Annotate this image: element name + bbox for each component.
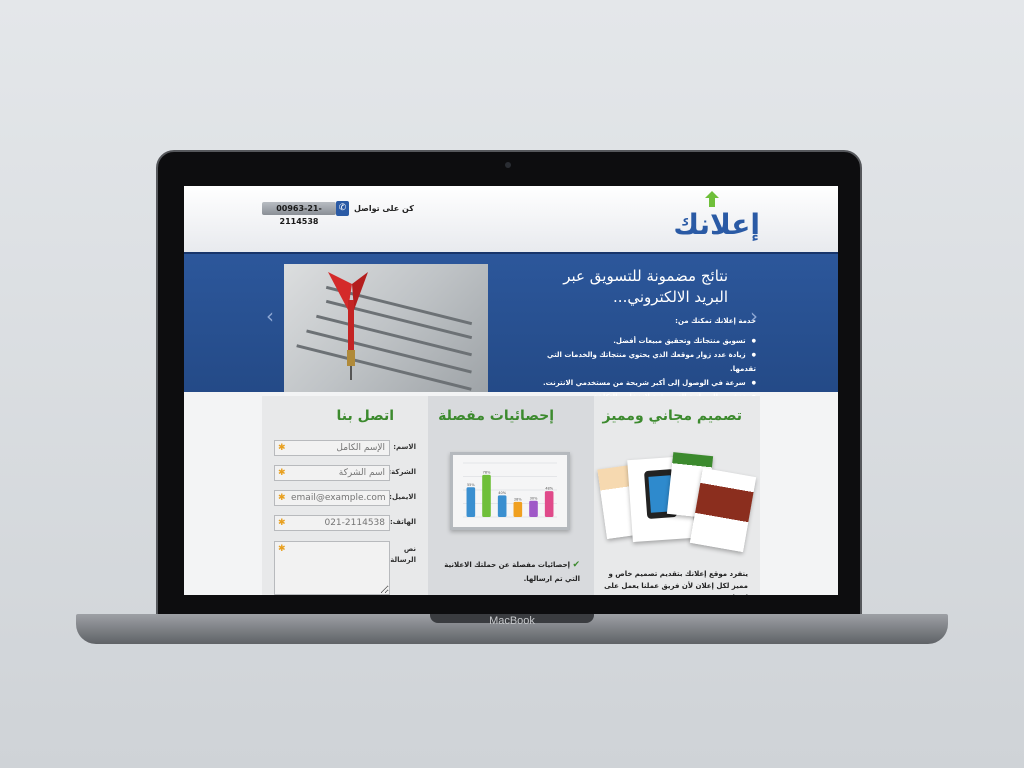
hero-bullet: تسويق منتجاتك وتحقيق مبيعات أفضل.: [536, 334, 756, 348]
stats-feature: إحصائيات مفصلة 55% 78% 40% 28% 30% 48% ✔ إحصا…: [428, 396, 594, 595]
logo-text: إعلانك: [673, 208, 760, 241]
brochures-image: [597, 448, 757, 558]
required-icon: ✱: [278, 443, 286, 453]
required-icon: ✱: [278, 544, 286, 554]
message-row: نص الرسالة: ✱: [262, 541, 428, 595]
message-textarea[interactable]: [274, 541, 390, 595]
chart-data-label: 28%: [514, 497, 522, 501]
site-header: إعلانك كن على تواصل ✆ 00963-21-2114538: [184, 186, 838, 252]
hero-title: نتائج مضمونة للتسويق عبر البريد الالكترو…: [563, 267, 728, 306]
email-label: الايميل:: [389, 493, 416, 501]
hero-bullet: سرعة في الوصول إلى أكبر شريحة من مستخدمي…: [536, 376, 756, 390]
screen: إعلانك كن على تواصل ✆ 00963-21-2114538 ‹…: [184, 186, 838, 595]
stats-text: إحصائيات مفصلة عن حملتك الاعلانية التي ت…: [444, 561, 580, 583]
slider-prev-arrow-icon[interactable]: ‹: [266, 304, 274, 328]
dart-icon: [328, 272, 368, 380]
chart-bar: [529, 500, 538, 517]
stats-title: إحصائيات مفصلة: [438, 408, 554, 424]
chart-bar: [497, 495, 507, 517]
hero-image: [284, 264, 488, 392]
chart-bar: [466, 487, 476, 517]
email-field[interactable]: [274, 490, 390, 506]
check-icon: ✔: [572, 560, 580, 570]
phone-row: الهاتف: ✱: [262, 515, 428, 533]
name-input[interactable]: [274, 440, 390, 456]
hero-bullets: تسويق منتجاتك وتحقيق مبيعات أفضل. زيادة …: [536, 334, 756, 404]
contact-label: كن على تواصل: [354, 204, 414, 213]
chart-bar: [544, 491, 554, 517]
chart-data-label: 55%: [467, 483, 475, 487]
name-row: الاسم: ✱: [262, 440, 428, 458]
chart-data-label: 78%: [483, 470, 491, 474]
company-row: الشركة: ✱: [262, 465, 428, 483]
bar-chart: 55% 78% 40% 28% 30% 48%: [463, 462, 557, 518]
device-brand: MacBook: [489, 615, 535, 627]
required-icon: ✱: [278, 493, 286, 503]
email-row: الايميل: ✱: [262, 490, 428, 508]
design-feature: تصميم مجاني ومميز ينفرد موقع إعلانك بتقد…: [594, 396, 760, 595]
company-label: الشركة:: [388, 468, 416, 476]
logo-arrow-icon: [705, 191, 719, 207]
company-input[interactable]: [274, 465, 390, 481]
chart-bar: [513, 501, 523, 517]
design-title: تصميم مجاني ومميز: [602, 408, 743, 424]
chart-data-label: 40%: [498, 491, 506, 495]
hero-slider: ‹ نتائج مضمونة للتسويق عبر البريد الالكت…: [184, 252, 838, 401]
phone-number[interactable]: 00963-21-2114538: [262, 202, 336, 226]
stats-chart: 55% 78% 40% 28% 30% 48%: [450, 452, 570, 530]
phone-icon: ✆: [336, 201, 349, 216]
stats-description: ✔ إحصائيات مفصلة عن حملتك الاعلانية التي…: [440, 558, 580, 586]
required-icon: ✱: [278, 518, 286, 528]
features-section: اتصل بنا الاسم: ✱ الشركة: ✱ الايميل: ✱ ا…: [262, 396, 760, 595]
slider-next-arrow-icon[interactable]: ›: [750, 304, 758, 328]
hero-bullet: زيادة عدد زوار موقعك الذي يحتوي منتجاتك …: [536, 348, 756, 376]
chart-data-label: 30%: [530, 496, 538, 500]
phone-input[interactable]: [274, 515, 390, 531]
hero-intro: خدمة إعلانك تمكنك من:: [675, 317, 756, 325]
chart-data-label: 48%: [545, 487, 553, 491]
contact-form: اتصل بنا الاسم: ✱ الشركة: ✱ الايميل: ✱ ا…: [262, 396, 428, 595]
phone-label: الهاتف:: [389, 518, 416, 526]
name-label: الاسم:: [393, 443, 416, 451]
webcam: [505, 162, 511, 168]
contact-title: اتصل بنا: [336, 408, 394, 424]
design-description: ينفرد موقع إعلانك بتقديم تصميم خاص و ممي…: [604, 570, 748, 595]
chart-bar: [482, 474, 491, 517]
required-icon: ✱: [278, 468, 286, 478]
message-label: نص الرسالة:: [387, 545, 416, 564]
